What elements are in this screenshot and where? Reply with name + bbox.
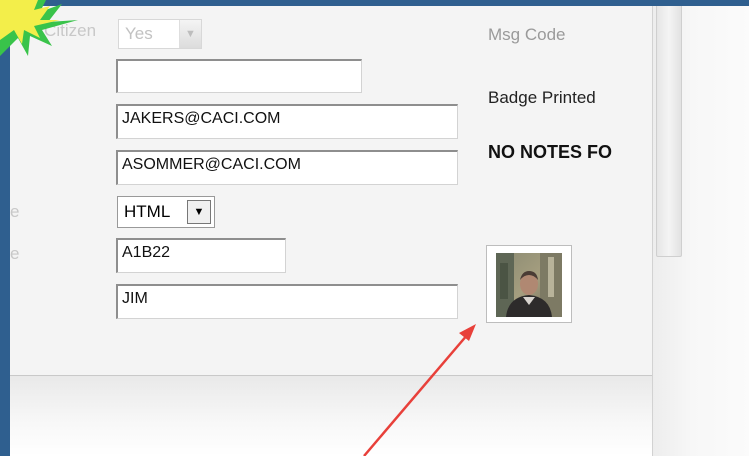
notes-text: NO NOTES FO xyxy=(488,142,613,162)
user-photo[interactable] xyxy=(486,245,572,323)
star-burst-icon xyxy=(0,0,78,56)
blank-input[interactable] xyxy=(116,59,362,93)
chevron-down-icon: ▼ xyxy=(179,20,201,48)
lower-area xyxy=(10,376,652,456)
code-label-partial: e xyxy=(10,244,20,263)
scrollbar[interactable] xyxy=(656,6,682,257)
code-field[interactable]: A1B22 xyxy=(116,238,286,273)
citizen-select[interactable]: Yes ▼ xyxy=(118,19,202,49)
format-select[interactable]: HTML ▼ xyxy=(117,196,215,228)
email-field-2[interactable]: ASOMMER@CACI.COM xyxy=(116,150,458,185)
format-label-partial: e xyxy=(10,202,20,221)
citizen-select-value: Yes xyxy=(125,24,153,43)
chevron-down-icon: ▼ xyxy=(187,200,211,224)
format-select-value: HTML xyxy=(124,202,171,221)
form-panel: S Citizen e e Yes ▼ JAKERS@CACI.COM ASOM… xyxy=(10,6,749,456)
badge-printed-label: Badge Printed xyxy=(488,88,596,107)
name-field[interactable]: JIM xyxy=(116,284,458,319)
email-field-1[interactable]: JAKERS@CACI.COM xyxy=(116,104,458,139)
msg-code-label: Msg Code xyxy=(488,25,566,44)
